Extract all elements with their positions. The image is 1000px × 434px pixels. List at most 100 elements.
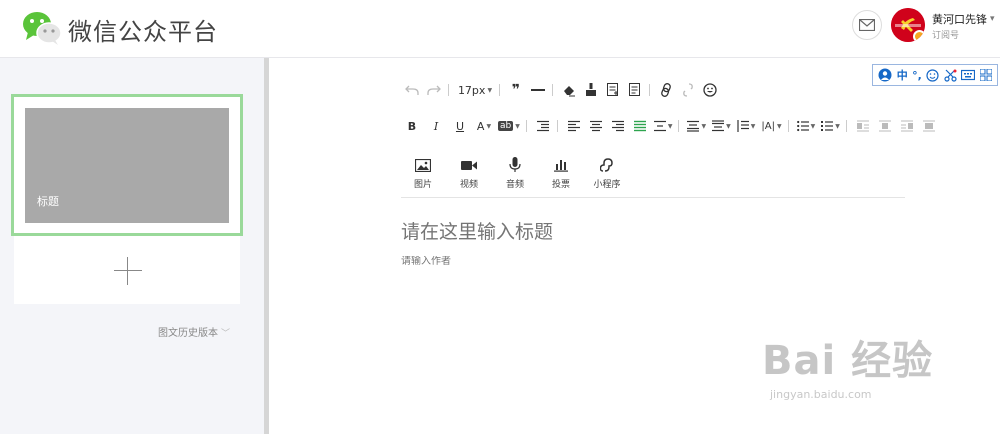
align-center-button[interactable] (588, 116, 604, 136)
history-version-label: 图文历史版本 (158, 328, 218, 339)
chevron-down-icon: ﹀ (221, 329, 231, 339)
indent-button[interactable] (535, 116, 551, 136)
font-color-button[interactable]: A ▼ (476, 116, 492, 136)
miniprogram-icon (600, 158, 613, 172)
history-version-link[interactable]: 图文历史版本 ﹀ (158, 324, 230, 339)
ime-toolbar[interactable]: 中 °, (872, 64, 998, 86)
align-justify-button[interactable] (632, 116, 648, 136)
bullet-list-icon (796, 120, 809, 132)
redo-button[interactable] (426, 80, 442, 100)
format-brush-button[interactable] (583, 80, 599, 100)
eraser-button[interactable] (561, 80, 577, 100)
caret-down-icon: ▼ (726, 122, 731, 130)
align-distribute-button[interactable]: ▼ (653, 116, 673, 136)
bold-button[interactable]: B (404, 116, 420, 136)
font-size-select[interactable]: 17px ▼ (457, 80, 493, 100)
paragraph-spacing-top-button[interactable]: ▼ (687, 116, 706, 136)
ime-chinese-mode[interactable]: 中 (897, 67, 908, 83)
paragraph-spacing-bottom-button[interactable]: ▼ (712, 116, 731, 136)
plus-icon-vertical (127, 257, 128, 285)
align-left-button[interactable] (566, 116, 582, 136)
float-left-icon (856, 120, 869, 132)
insert-image-label: 图片 (413, 180, 432, 190)
numbered-list-button[interactable]: ▼ (821, 116, 840, 136)
document-icon (629, 83, 640, 96)
format-brush-icon (586, 83, 596, 96)
float-left-button[interactable] (855, 116, 871, 136)
keyboard-icon[interactable] (961, 69, 976, 81)
message-button[interactable] (852, 10, 882, 40)
smile-icon[interactable] (926, 68, 939, 82)
undo-icon (405, 85, 419, 95)
link-button[interactable] (658, 80, 674, 100)
float-none-icon (878, 120, 891, 132)
caret-down-icon: ▼ (667, 122, 673, 130)
bullet-list-button[interactable]: ▼ (796, 116, 816, 136)
top-header: 微信公众平台 黄河口先锋 订阅号 ▾ (0, 0, 1000, 58)
undo-button[interactable] (404, 80, 420, 100)
insert-image-button[interactable]: 图片 (400, 156, 446, 190)
underline-button[interactable]: U (452, 116, 468, 136)
toolbar-divider-line (401, 197, 905, 198)
float-center-button[interactable] (921, 116, 937, 136)
unlink-button[interactable] (680, 80, 696, 100)
align-right-button[interactable] (610, 116, 626, 136)
caret-down-icon: ▼ (701, 122, 707, 130)
spacing-bottom-icon (712, 120, 725, 132)
article-card-selected[interactable]: 标题 (11, 94, 243, 236)
toolbar-row-1: 17px ▼ ❞ (404, 80, 724, 100)
grid-menu-icon[interactable] (979, 69, 992, 81)
font-size-value: 17px (457, 83, 486, 97)
caret-down-icon: ▼ (810, 122, 816, 130)
microphone-icon (509, 157, 521, 172)
article-author-input[interactable] (401, 256, 701, 267)
align-justify-icon (633, 120, 646, 132)
account-avatar[interactable] (891, 8, 925, 42)
font-color-label: A (476, 119, 485, 133)
add-article-button[interactable] (14, 236, 240, 304)
caret-down-icon: ▼ (487, 86, 493, 94)
caret-down-icon: ▼ (515, 122, 520, 130)
account-name[interactable]: 黄河口先锋 (932, 11, 987, 27)
float-right-icon (900, 120, 913, 132)
toolbar-separator (552, 84, 553, 96)
emoji-button[interactable] (702, 80, 718, 100)
insert-miniprogram-button[interactable]: 小程序 (584, 156, 630, 190)
letter-spacing-select[interactable]: |A| ▼ (761, 116, 781, 136)
insert-audio-button[interactable]: 音频 (492, 156, 538, 190)
insert-video-button[interactable]: 视频 (446, 156, 492, 190)
watermark-logo-text: Bai 经验 (762, 338, 934, 384)
ime-punct-mode[interactable]: °, (912, 69, 922, 82)
horizontal-rule-icon (531, 89, 545, 91)
float-none-button[interactable] (877, 116, 893, 136)
toolbar-separator (787, 120, 789, 132)
document-add-icon (607, 83, 618, 96)
emoji-icon (703, 83, 717, 97)
italic-button[interactable]: I (428, 116, 444, 136)
line-height-select[interactable]: ▼ (737, 116, 755, 136)
toolbar-separator (649, 84, 650, 96)
article-title-input[interactable] (401, 221, 901, 243)
highlight-button[interactable]: ab ▼ (498, 116, 520, 136)
verified-badge-icon (913, 30, 925, 42)
toolbar-separator (525, 120, 527, 132)
insert-vote-button[interactable]: 投票 (538, 156, 584, 190)
document-button[interactable] (627, 80, 643, 100)
caret-down-icon: ▼ (835, 122, 840, 130)
insert-audio-label: 音频 (505, 180, 524, 190)
watermark-url: jingyan.baidu.com (770, 388, 872, 401)
scissors-icon[interactable] (944, 69, 957, 82)
image-icon (415, 158, 431, 172)
numbered-list-icon (821, 121, 834, 131)
account-dropdown-icon[interactable]: ▾ (990, 14, 995, 24)
baidu-watermark: Bai 经验 jingyan.baidu.com (762, 328, 962, 408)
float-center-icon (922, 120, 935, 132)
blockquote-button[interactable]: ❞ (508, 80, 524, 100)
align-distribute-icon (653, 120, 666, 132)
insert-template-button[interactable] (605, 80, 621, 100)
float-right-button[interactable] (899, 116, 915, 136)
unlink-icon (683, 83, 693, 97)
horizontal-rule-button[interactable] (530, 80, 546, 100)
user-icon[interactable] (878, 68, 892, 82)
media-insert-row: 图片 视频 音频 投票 小程序 (400, 156, 630, 190)
